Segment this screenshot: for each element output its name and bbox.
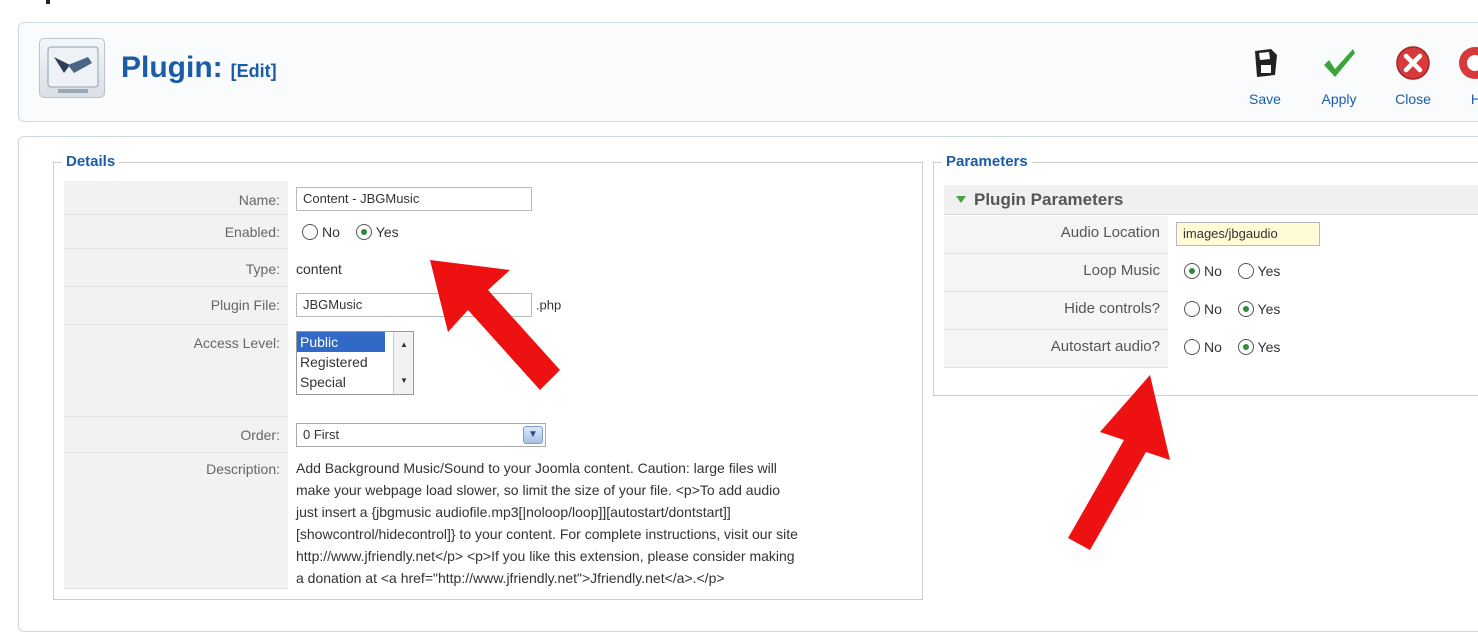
loop-music-label: Loop Music [944,254,1168,292]
save-button[interactable]: Save [1235,45,1295,115]
parameters-fieldset: Parameters Plugin Parameters Audio Locat… [933,153,1478,396]
loop-yes-label: Yes [1257,262,1281,279]
audio-location-input[interactable]: images/jbgaudio [1176,222,1320,246]
description-line: http://www.jfriendly.net</p> <p>If you l… [296,548,795,564]
annotation-arrow-enabled [430,260,560,390]
enabled-label: Enabled: [64,215,288,249]
autostart-row: Autostart audio? No Yes [944,330,1478,368]
page-subtitle: [Edit] [230,61,277,81]
loop-yes-radio[interactable] [1237,262,1254,279]
chevron-down-icon[interactable]: ▼ [523,426,543,444]
description-line: make your webpage load slower, so limit … [296,482,781,498]
help-icon [1459,47,1478,79]
description-line: just insert a {jbgmusic audiofile.mp3[|n… [296,504,731,520]
enabled-yes-label: Yes [375,224,399,241]
access-level-listbox[interactable]: Public Registered Special ▲ ▼ [296,331,414,395]
plugin-file-label: Plugin File: [64,287,288,325]
checkmark-icon [1324,49,1355,77]
hide-no-label: No [1204,300,1222,317]
access-option-special[interactable]: Special [297,372,385,392]
access-option-registered[interactable]: Registered [297,352,385,372]
name-input[interactable]: Content - JBGMusic [296,187,532,211]
description-label: Description: [64,453,288,589]
description-line: Add Background Music/Sound to your Jooml… [296,460,777,476]
plugin-icon [39,38,105,98]
close-button[interactable]: Close [1383,45,1443,115]
hide-controls-row: Hide controls? No Yes [944,292,1478,330]
name-row: Name: Content - JBGMusic [64,181,914,215]
description-line: [showcontrol/hidecontrol]} to your conte… [296,526,798,542]
enabled-no-label: No [322,224,340,241]
close-icon [1396,46,1430,80]
plugin-parameters-toggle[interactable]: Plugin Parameters [944,185,1478,215]
loop-no-label: No [1204,262,1222,279]
save-label: Save [1249,91,1281,107]
audio-location-row: Audio Location images/jbgaudio [944,216,1478,254]
order-select-value: 0 First [303,427,340,442]
autostart-no-label: No [1204,338,1222,355]
annotation-arrow-parameters [1068,375,1170,550]
expand-triangle-icon [956,196,966,203]
hide-yes-label: Yes [1257,300,1281,317]
autostart-yes-label: Yes [1257,338,1281,355]
hide-yes-radio[interactable] [1237,300,1254,317]
description-line: a donation at <a href="http://www.jfrien… [296,570,725,586]
order-row: Order: 0 First ▼ [64,417,914,453]
top-cropped-strip [0,0,1478,10]
access-level-label: Access Level: [64,325,288,417]
autostart-label: Autostart audio? [944,330,1168,368]
hide-controls-label: Hide controls? [944,292,1168,330]
details-legend: Details [62,153,120,170]
name-label: Name: [64,181,288,215]
edit-form: Details Name: Content - JBGMusic Enabled… [18,136,1478,632]
loop-no-radio[interactable] [1184,262,1200,279]
page-title-text: Plugin: [121,51,223,84]
save-icon [1255,49,1277,77]
access-option-public[interactable]: Public [297,332,385,352]
type-value: content [296,261,342,277]
description-text: Add Background Music/Sound to your Jooml… [296,457,896,589]
top-strip-bullet [46,0,50,4]
plugin-parameters-title: Plugin Parameters [974,190,1124,209]
order-select[interactable]: 0 First ▼ [296,423,546,447]
apply-label: Apply [1321,91,1357,107]
enabled-no-radio[interactable] [302,224,318,241]
order-label: Order: [64,417,288,453]
type-label: Type: [64,249,288,287]
autostart-yes-radio[interactable] [1237,338,1254,355]
audio-location-label: Audio Location [944,216,1168,254]
enabled-yes-radio[interactable] [355,224,372,241]
hide-no-radio[interactable] [1184,300,1200,317]
autostart-no-radio[interactable] [1184,338,1200,355]
toolbar: Plugin: [Edit] Save Apply Close H [18,22,1478,122]
help-button[interactable]: H [1453,45,1478,115]
description-row: Description: Add Background Music/Sound … [64,453,914,589]
apply-button[interactable]: Apply [1309,45,1369,115]
parameters-legend: Parameters [942,153,1032,170]
help-label: H [1470,91,1478,107]
close-label: Close [1395,91,1431,107]
page-title: Plugin: [Edit] [121,51,277,85]
loop-music-row: Loop Music No Yes [944,254,1478,292]
